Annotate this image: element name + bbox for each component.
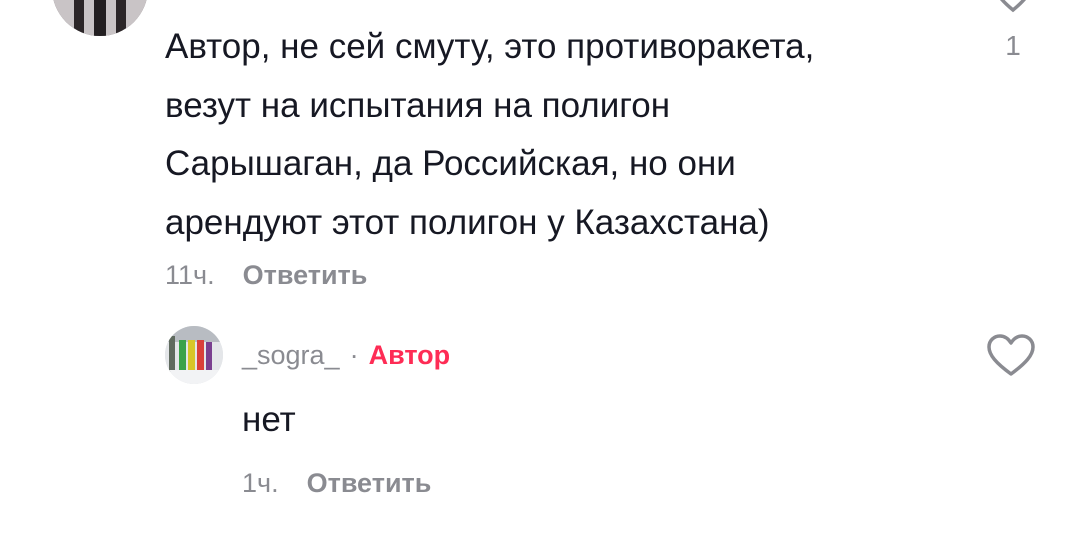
reply-like-button[interactable] — [986, 334, 1036, 378]
separator-dot: · — [349, 340, 359, 370]
comment-text: Автор, не сей смуту, это противоракета, … — [165, 27, 815, 242]
comment-like-button[interactable] — [990, 0, 1036, 18]
heart-icon — [1000, 0, 1026, 13]
reply-meta: 1ч. Ответить — [242, 468, 431, 499]
author-badge: Автор — [368, 340, 451, 370]
reply-button[interactable]: Ответить — [243, 260, 368, 291]
reply-time: 1ч. — [242, 468, 279, 498]
comment-meta: 11ч. Ответить — [165, 260, 367, 291]
commenter-avatar[interactable] — [52, 0, 148, 36]
avatar-photo-icon — [52, 0, 148, 36]
reply-text: нет — [242, 400, 296, 439]
comment-time: 11ч. — [165, 260, 215, 290]
reply-avatar[interactable] — [165, 326, 223, 384]
avatar-photo-icon — [165, 326, 223, 384]
reply-header: _sogra_ · Автор — [242, 340, 450, 371]
reply-username[interactable]: _sogra_ — [242, 340, 340, 371]
comment-like-count: 1 — [1005, 30, 1021, 61]
reply-button[interactable]: Ответить — [307, 468, 432, 499]
heart-icon — [987, 334, 1035, 376]
